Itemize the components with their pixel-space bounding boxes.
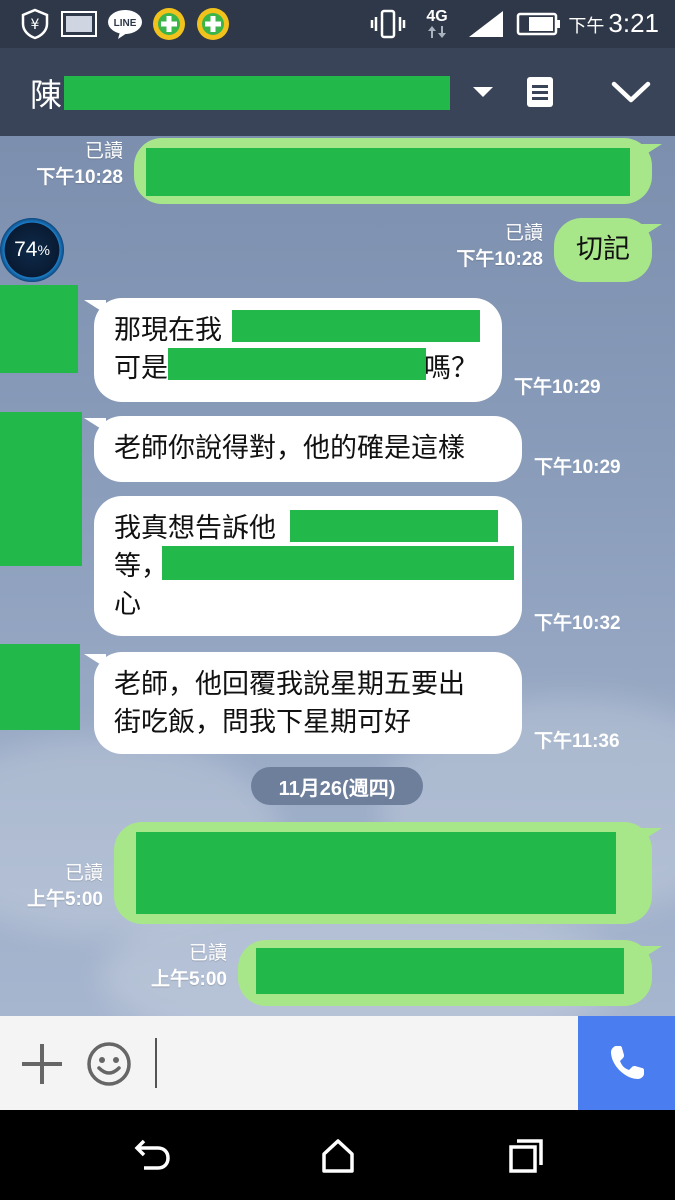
recents-icon[interactable]: [506, 1136, 546, 1176]
message-time: 下午10:29: [514, 377, 601, 398]
signal-icon: [466, 8, 506, 40]
battery-percent-value: 74: [14, 238, 38, 261]
message-meta: 已讀 上午5:00: [27, 862, 103, 914]
clock: 下午 3:21: [568, 8, 659, 39]
chat-header: 陳: [0, 48, 675, 136]
message-text: 心: [114, 589, 141, 620]
contact-name[interactable]: 陳: [30, 70, 451, 116]
message-text: 那現在我: [114, 315, 222, 346]
message-bubble-received[interactable]: 我真想告訴他 等， 心: [94, 496, 522, 636]
svg-text:LINE: LINE: [114, 18, 137, 29]
battery-percent-overlay: 74%: [0, 218, 64, 282]
message-time: 上午5:00: [26, 889, 103, 910]
clock-ampm: 下午: [568, 16, 605, 36]
network-indicator: 4G: [420, 8, 454, 40]
read-receipt: 已讀: [84, 141, 123, 162]
redaction-block: [232, 310, 480, 342]
image-icon: [60, 8, 98, 40]
avatar[interactable]: [0, 285, 78, 373]
clock-time: 3:21: [608, 8, 659, 38]
message-bubble-received[interactable]: 那現在我 可是 嗎？: [94, 298, 502, 402]
message-meta: 已讀 上午5:00: [151, 942, 227, 994]
bubble-tail: [640, 144, 662, 158]
redaction-block: [64, 76, 451, 110]
redaction-block: [162, 546, 514, 580]
message-time: 上午5:00: [150, 969, 227, 990]
message-bubble-sent[interactable]: [134, 138, 652, 204]
battery-icon: [514, 8, 562, 40]
message-text: 老師你說得對，他的確是這樣: [114, 433, 465, 464]
message-bubble-received[interactable]: 老師，他回覆我說星期五要出 街吃飯，問我下星期可好: [94, 652, 522, 754]
message-text: 老師，他回覆我說星期五要出: [114, 669, 465, 700]
message-bubble-received[interactable]: 老師你說得對，他的確是這樣: [94, 416, 522, 482]
vibrate-icon: [370, 8, 406, 40]
avatar[interactable]: [0, 644, 80, 730]
text-input-cursor[interactable]: [155, 1038, 157, 1088]
battery-percent-sign: %: [37, 242, 50, 258]
message-text: 切記: [576, 234, 630, 265]
read-receipt: 已讀: [64, 863, 103, 884]
message-bubble-sent[interactable]: [238, 940, 652, 1006]
plus-app-icon: [196, 8, 230, 40]
message-bubble-sent[interactable]: [114, 822, 652, 924]
redaction-block: [136, 832, 616, 914]
bubble-tail: [640, 224, 662, 238]
message-text: 等，: [114, 551, 168, 582]
system-nav-bar: [0, 1110, 675, 1200]
notes-icon[interactable]: [520, 68, 560, 116]
redaction-block: [256, 948, 624, 994]
yen-shield-icon: ¥: [18, 8, 52, 40]
redaction-block: [146, 148, 630, 196]
read-receipt: 已讀: [188, 943, 227, 964]
caret-down-icon[interactable]: [466, 68, 500, 116]
message-time: 下午10:32: [534, 613, 621, 634]
network-type: 4G: [426, 8, 448, 25]
line-icon: LINE: [106, 8, 144, 40]
message-text: 可是: [114, 353, 168, 384]
plus-icon[interactable]: [22, 1044, 62, 1084]
message-time: 下午10:29: [534, 457, 621, 478]
message-text: 我真想告訴他: [114, 513, 276, 544]
date-separator: 11月26(週四): [251, 767, 423, 805]
date-separator-text: 11月26(週四): [278, 777, 396, 800]
status-bar: ¥ LINE 4G 下午 3:21: [0, 0, 675, 48]
call-button[interactable]: [578, 1016, 675, 1110]
chat-area[interactable]: 已讀 下午10:28 74% 已讀 下午10:28 切記 那現在我 可是 嗎？ …: [0, 136, 675, 1016]
message-text: 嗎？: [424, 353, 478, 384]
message-time: 下午11:36: [534, 731, 620, 752]
read-receipt: 已讀: [504, 223, 543, 244]
plus-app-icon: [152, 8, 186, 40]
avatar[interactable]: [0, 412, 82, 566]
message-time: 下午10:28: [36, 167, 123, 188]
redaction-block: [290, 510, 498, 542]
redaction-block: [168, 348, 426, 380]
message-bubble-sent[interactable]: 切記: [554, 218, 652, 282]
bubble-tail: [640, 828, 662, 842]
data-arrows-icon: [428, 26, 446, 38]
message-text: 街吃飯，問我下星期可好: [114, 707, 411, 738]
chevron-down-icon[interactable]: [606, 68, 656, 116]
smiley-icon[interactable]: [86, 1041, 132, 1087]
message-time: 下午10:28: [456, 249, 543, 270]
message-meta: 已讀 下午10:28: [456, 222, 543, 274]
contact-name-text: 陳: [30, 76, 63, 114]
message-input-bar: [0, 1016, 675, 1110]
bubble-tail: [640, 946, 662, 960]
message-meta: 已讀 下午10:28: [36, 140, 123, 192]
back-icon[interactable]: [132, 1136, 172, 1176]
svg-text:¥: ¥: [31, 17, 40, 33]
phone-icon: [610, 1046, 644, 1079]
home-icon[interactable]: [318, 1136, 358, 1176]
